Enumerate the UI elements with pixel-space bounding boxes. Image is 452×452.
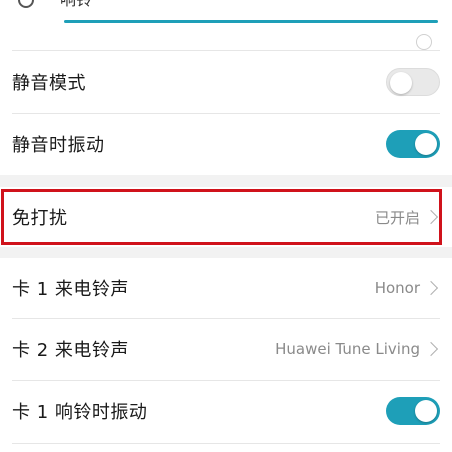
vibrate-on-silent-row[interactable]: 静音时振动 [0, 114, 452, 174]
vibrate-on-silent-toggle[interactable] [386, 130, 440, 158]
toggle-knob [390, 72, 412, 94]
divider [12, 443, 440, 444]
sim2-ringtone-status: Huawei Tune Living [275, 340, 440, 358]
vibrate-on-silent-label: 静音时振动 [12, 135, 105, 156]
sim2-ringtone-row[interactable]: 卡 2 来电铃声 Huawei Tune Living [0, 319, 452, 379]
silent-mode-toggle[interactable] [386, 68, 440, 96]
sim1-ringtone-row[interactable]: 卡 1 来电铃声 Honor [0, 258, 452, 318]
sim2-ringtone-value: Huawei Tune Living [275, 340, 420, 358]
do-not-disturb-value: 已开启 [374, 208, 420, 227]
silent-mode-label: 静音模式 [12, 73, 86, 94]
ring-volume-slider-thumb[interactable] [416, 34, 432, 50]
sim1-ringtone-status: Honor [375, 279, 440, 297]
do-not-disturb-label: 免打扰 [12, 208, 68, 229]
chevron-right-icon [423, 209, 439, 225]
sim2-ringtone-label: 卡 2 来电铃声 [12, 340, 129, 361]
sim1-vibrate-toggle[interactable] [386, 397, 440, 425]
sim1-ringtone-label: 卡 1 来电铃声 [12, 279, 129, 300]
sim1-vibrate-row[interactable]: 卡 1 响铃时振动 [0, 381, 452, 441]
toggle-knob [415, 133, 437, 155]
silent-mode-row[interactable]: 静音模式 [0, 52, 452, 112]
sound-panel-top: 响铃 静音模式 静音时振动 [0, 0, 452, 175]
sim1-ringtone-value: Honor [374, 279, 420, 297]
ringtone-panel: 卡 1 来电铃声 Honor 卡 2 来电铃声 Huawei Tune Livi… [0, 258, 452, 452]
do-not-disturb-row[interactable]: 免打扰 已开启 [0, 187, 452, 247]
ring-volume-icon [18, 0, 34, 8]
do-not-disturb-status: 已开启 [375, 207, 440, 228]
chevron-right-icon [423, 341, 439, 357]
volume-label: 响铃 [60, 0, 92, 10]
chevron-right-icon [423, 280, 439, 296]
toggle-knob [415, 400, 437, 422]
ring-volume-slider[interactable] [64, 20, 438, 50]
dnd-panel: 免打扰 已开启 [0, 187, 452, 247]
divider [12, 50, 440, 51]
volume-row: 响铃 [0, 0, 452, 50]
sim1-vibrate-label: 卡 1 响铃时振动 [12, 402, 148, 423]
